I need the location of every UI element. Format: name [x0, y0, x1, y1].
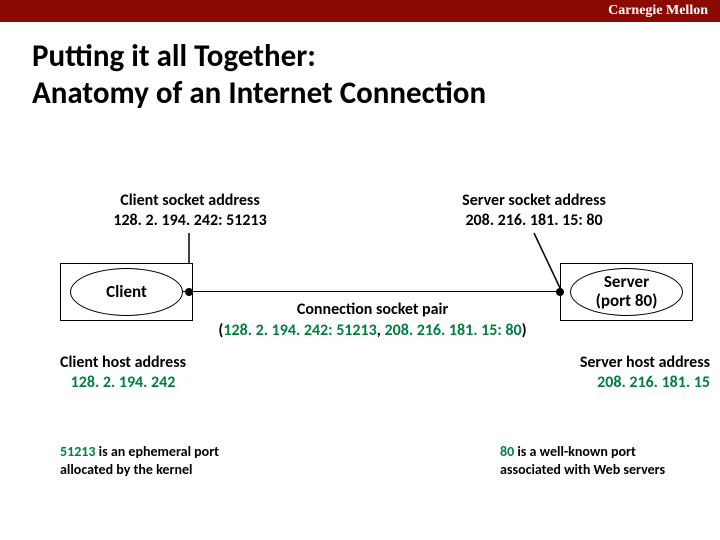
client-socket-label: Client socket address — [90, 191, 290, 211]
server-node: Server (port 80) — [570, 268, 683, 316]
client-note-port: 51213 — [60, 443, 95, 460]
client-note-rest2: allocated by the kernel — [60, 461, 192, 478]
client-endpoint-dot — [185, 288, 193, 296]
server-node-port: (port 80) — [596, 292, 658, 311]
server-endpoint-dot — [556, 288, 564, 296]
server-host-label: Server host address — [540, 353, 710, 373]
client-note-rest1: is an ephemeral port — [95, 443, 219, 460]
server-note-rest1: is a well-known port — [514, 443, 636, 460]
server-note-port: 80 — [500, 443, 514, 460]
server-host-value: 208. 216. 181. 15 — [540, 373, 710, 393]
connection-pair-values: (128. 2. 194. 242: 51213, 208. 216. 181.… — [190, 321, 555, 342]
client-host-address: Client host address 128. 2. 194. 242 — [38, 353, 208, 393]
client-socket-address: Client socket address 128. 2. 194. 242: … — [90, 191, 290, 231]
connection-line — [183, 291, 561, 292]
diagram-canvas: Client socket address 128. 2. 194. 242: … — [0, 0, 720, 540]
server-socket-label: Server socket address — [434, 191, 634, 211]
client-node: Client — [70, 268, 183, 316]
client-socket-value: 128. 2. 194. 242: 51213 — [90, 211, 290, 231]
client-node-label: Client — [106, 283, 147, 302]
server-port-note: 80 is a well-known port associated with … — [500, 443, 710, 479]
client-host-label: Client host address — [38, 353, 208, 373]
connection-client-part: 128. 2. 194. 242: 51213 — [223, 321, 376, 340]
server-host-address: Server host address 208. 216. 181. 15 — [540, 353, 710, 393]
client-port-note: 51213 is an ephemeral port allocated by … — [60, 443, 290, 479]
server-socket-address: Server socket address 208. 216. 181. 15:… — [434, 191, 634, 231]
connection-pair: Connection socket pair (128. 2. 194. 242… — [190, 300, 555, 342]
connection-pair-title: Connection socket pair — [190, 300, 555, 321]
client-host-value: 128. 2. 194. 242 — [38, 373, 208, 393]
connection-server-part: 208. 216. 181. 15: 80 — [384, 321, 521, 340]
server-socket-value: 208. 216. 181. 15: 80 — [434, 211, 634, 231]
server-note-rest2: associated with Web servers — [500, 461, 665, 478]
